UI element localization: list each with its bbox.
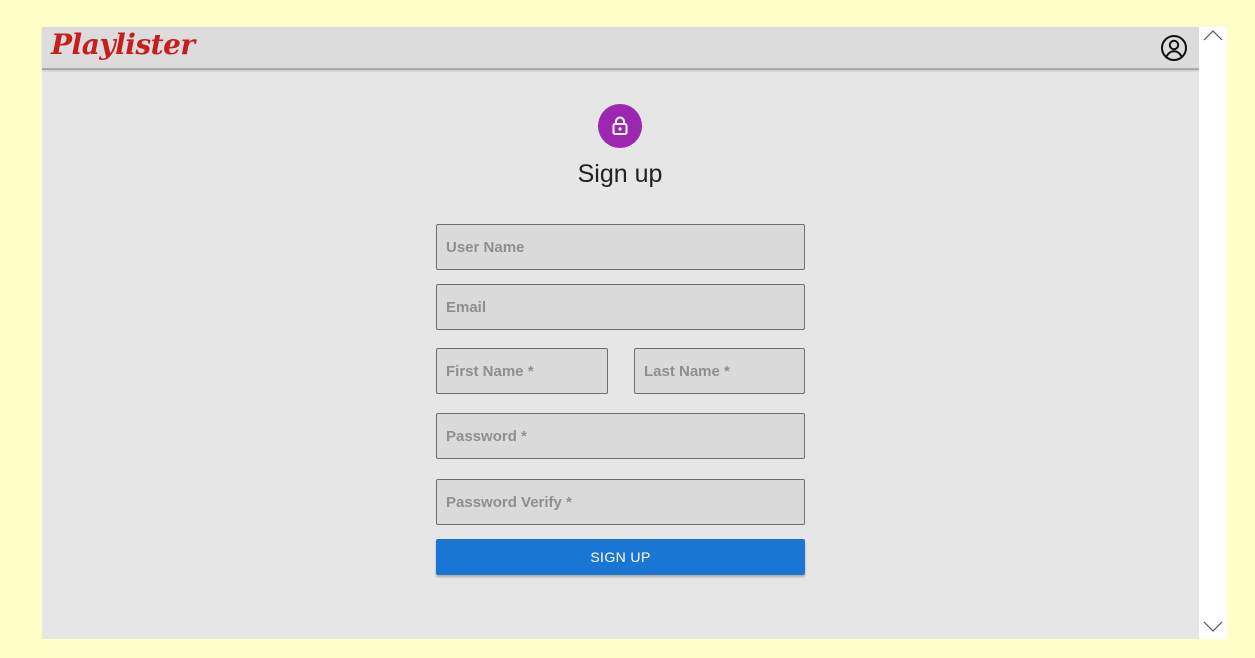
scrollbar[interactable] [1199,27,1227,639]
password-verify-field[interactable] [436,479,805,525]
sign-up-button[interactable]: SIGN UP [436,539,805,575]
username-field[interactable] [436,224,805,270]
app-window: Playlister Sign up SIGN UP [42,27,1199,639]
app-bar: Playlister [42,27,1199,70]
password-input[interactable] [446,427,795,445]
first-name-input[interactable] [446,362,598,380]
lock-avatar [598,104,642,148]
chevron-down-icon[interactable] [1201,617,1225,635]
password-field[interactable] [436,413,805,459]
email-input[interactable] [446,298,795,316]
first-name-field[interactable] [436,348,608,394]
password-verify-input[interactable] [446,493,795,511]
app-logo[interactable]: Playlister [51,25,195,65]
username-input[interactable] [446,238,795,256]
last-name-field[interactable] [634,348,805,394]
email-field[interactable] [436,284,805,330]
account-icon[interactable] [1159,33,1189,63]
last-name-input[interactable] [644,362,795,380]
chevron-up-icon[interactable] [1201,27,1225,45]
page-title: Sign up [577,160,663,188]
lock-icon [612,116,628,135]
